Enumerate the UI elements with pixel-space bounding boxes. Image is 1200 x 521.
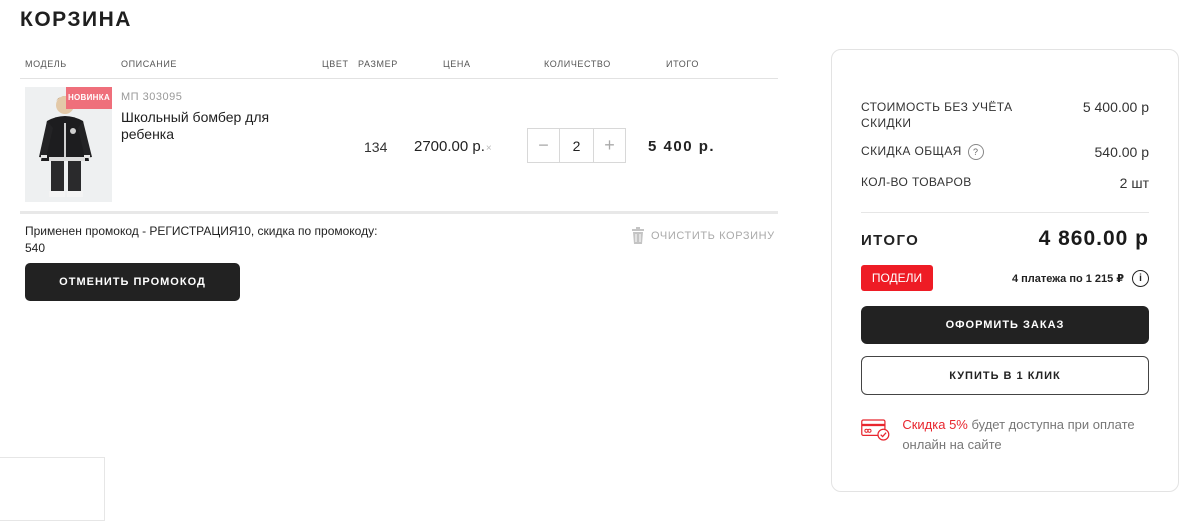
cart-table: МОДЕЛЬ ОПИСАНИЕ ЦВЕТ РАЗМЕР ЦЕНА КОЛИЧЕС… [20, 50, 778, 214]
installments-text: 4 платежа по 1 215 ₽ [1011, 273, 1124, 285]
cancel-promo-button[interactable]: ОТМЕНИТЬ ПРОМОКОД [25, 263, 240, 301]
promo-applied-text: Применен промокод - РЕГИСТРАЦИЯ10, скидк… [25, 224, 378, 255]
header-quantity: КОЛИЧЕСТВО [544, 59, 611, 69]
quantity-stepper: − 2 + [527, 128, 626, 163]
discount-label: СКИДКА ОБЩАЯ [861, 144, 962, 159]
info-icon[interactable]: i [1132, 270, 1149, 287]
podeli-badge[interactable]: ПОДЕЛИ [861, 265, 933, 291]
product-sku: МП 303095 [121, 91, 183, 103]
summary-count-row: КОЛ-ВО ТОВАРОВ 2 шт [861, 175, 1149, 191]
cost-value: 5 400.00 р [1082, 99, 1149, 115]
online-discount-text: Скидка 5% будет доступна при оплате онла… [902, 415, 1161, 455]
table-row: НОВИНКА МП 303095 Школьный бомбер для ре… [20, 79, 778, 214]
qty-decrease-button[interactable]: − [528, 129, 559, 162]
checkout-button[interactable]: ОФОРМИТЬ ЗАКАЗ [861, 306, 1149, 344]
discount-value: 540.00 р [1094, 144, 1150, 160]
header-size: РАЗМЕР [358, 59, 398, 69]
discount-highlight: Скидка 5% [902, 417, 968, 432]
summary-cost-row: СТОИМОСТЬ БЕЗ УЧЁТА СКИДКИ 5 400.00 р [861, 99, 1149, 131]
header-total: ИТОГО [666, 59, 699, 69]
card-check-icon [861, 419, 890, 441]
corner-panel [0, 457, 105, 521]
qty-value[interactable]: 2 [559, 129, 594, 162]
price-value: 2700.00 р. [414, 138, 485, 155]
header-description: ОПИСАНИЕ [121, 59, 178, 69]
page-title: КОРЗИНА [20, 8, 132, 31]
header-price: ЦЕНА [443, 59, 471, 69]
question-icon[interactable]: ? [967, 144, 984, 160]
installments-info: 4 платежа по 1 215 ₽ i [1012, 270, 1149, 287]
qty-increase-button[interactable]: + [594, 129, 625, 162]
cost-label: СТОИМОСТЬ БЕЗ УЧЁТА СКИДКИ [861, 100, 1013, 130]
summary-divider [861, 212, 1149, 213]
count-value: 2 шт [1119, 175, 1149, 191]
product-image[interactable]: НОВИНКА [25, 87, 112, 202]
table-header: МОДЕЛЬ ОПИСАНИЕ ЦВЕТ РАЗМЕР ЦЕНА КОЛИЧЕС… [20, 50, 778, 79]
summary-discount-row: СКИДКА ОБЩАЯ? 540.00 р [861, 144, 1149, 160]
product-name[interactable]: Школьный бомбер для ребенка [121, 109, 301, 143]
header-model: МОДЕЛЬ [25, 59, 67, 69]
clear-cart-label: ОЧИСТИТЬ КОРЗИНУ [651, 229, 775, 242]
clear-cart-button[interactable]: ОЧИСТИТЬ КОРЗИНУ [631, 227, 775, 244]
row-total: 5 400 р. [648, 138, 716, 155]
product-price: 2700.00 р.× [414, 138, 492, 155]
header-color: ЦВЕТ [322, 59, 349, 69]
total-label: ИТОГО [861, 232, 920, 249]
buy-one-click-button[interactable]: КУПИТЬ В 1 КЛИК [861, 356, 1149, 395]
total-value: 4 860.00 р [1038, 227, 1149, 250]
order-summary: СТОИМОСТЬ БЕЗ УЧЁТА СКИДКИ 5 400.00 р СК… [831, 49, 1179, 492]
multiply-sign: × [485, 143, 492, 154]
count-label: КОЛ-ВО ТОВАРОВ [861, 175, 972, 189]
online-discount-note: Скидка 5% будет доступна при оплате онла… [861, 415, 1161, 455]
product-size: 134 [364, 139, 388, 155]
new-badge: НОВИНКА [66, 87, 112, 109]
trash-icon [632, 227, 644, 244]
